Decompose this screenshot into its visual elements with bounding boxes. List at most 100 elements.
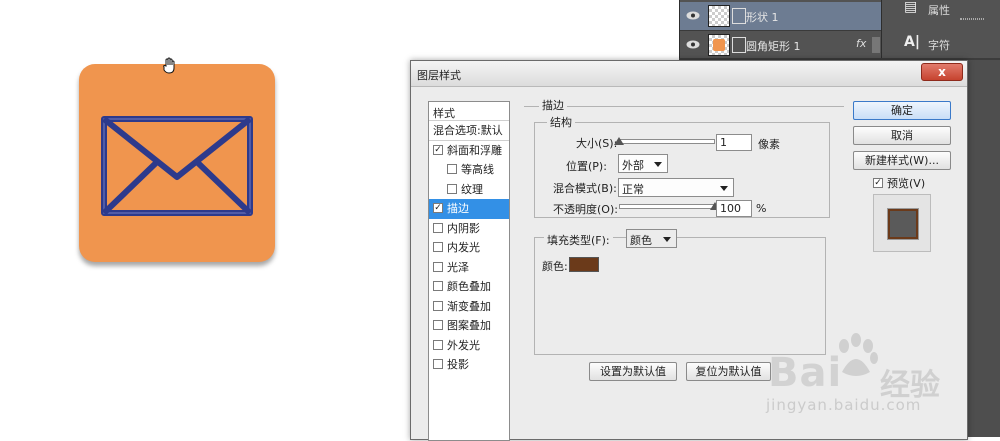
size-slider-thumb[interactable] (614, 137, 624, 145)
style-label: 渐变叠加 (447, 299, 491, 313)
checkbox[interactable] (433, 320, 443, 330)
checkbox[interactable] (433, 300, 443, 311)
style-texture[interactable]: 纹理 (429, 180, 509, 200)
chevron-down-icon (720, 186, 728, 191)
preview-checkbox[interactable]: ✓ (873, 178, 883, 188)
style-label: 图案叠加 (447, 319, 491, 332)
position-select[interactable]: 外部 (618, 154, 668, 173)
size-unit: 像素 (758, 138, 780, 151)
character-tab[interactable]: A| 字符 (882, 33, 1000, 57)
dialog-title: 图层样式 (417, 69, 461, 82)
style-inner-glow[interactable]: 内发光 (429, 238, 509, 258)
reset-default-button[interactable]: 复位为默认值 (686, 362, 771, 381)
style-contour[interactable]: 等高线 (429, 160, 509, 180)
styles-list: 样式 混合选项:默认 ✓ 斜面和浮雕 等高线 纹理 ✓ 描边 内阴影 内发光 光泽 … (428, 101, 510, 441)
opacity-slider[interactable] (619, 204, 715, 209)
position-value: 外部 (622, 159, 644, 172)
style-inner-shadow[interactable]: 内阴影 (429, 219, 509, 239)
style-outer-glow[interactable]: 外发光 (429, 336, 509, 356)
layer-name: 形状 1 (746, 11, 779, 24)
style-label: 描边 (447, 202, 469, 215)
checkbox[interactable] (433, 261, 443, 272)
checkbox[interactable] (433, 242, 443, 252)
checkbox[interactable] (433, 339, 443, 350)
color-label: 颜色: (542, 260, 568, 273)
panel-divider (960, 18, 984, 20)
preview-label: 预览(V) (887, 177, 926, 190)
watermark-url: jingyan.baidu.com (766, 396, 922, 414)
preview-option[interactable]: ✓ 预览(V) (873, 175, 925, 191)
checkbox[interactable] (447, 164, 457, 174)
opacity-label: 不透明度(O): (553, 203, 618, 216)
properties-label: 属性 (928, 4, 950, 17)
style-label: 投影 (447, 358, 469, 371)
opacity-unit: % (756, 202, 767, 215)
style-gradient-overlay[interactable]: 渐变叠加 (429, 297, 509, 317)
set-default-button[interactable]: 设置为默认值 (589, 362, 677, 381)
checkbox[interactable] (447, 183, 457, 194)
fill-type-label: 填充类型(F): (544, 232, 613, 248)
size-slider[interactable] (619, 139, 715, 144)
chevron-down-icon (654, 162, 662, 167)
style-label: 内发光 (447, 241, 480, 254)
opacity-input[interactable]: 100 (716, 200, 752, 217)
character-icon: A| (904, 34, 920, 50)
layer-row-shape-1[interactable]: 形状 1 (680, 2, 882, 31)
checkbox[interactable] (433, 359, 443, 369)
style-pattern-overlay[interactable]: 图案叠加 (429, 316, 509, 336)
properties-icon: ▤ (904, 0, 918, 15)
style-stroke[interactable]: ✓ 描边 (429, 199, 509, 219)
layer-name: 圆角矩形 1 (746, 40, 801, 53)
vector-mask-thumbnail (732, 37, 746, 53)
stroke-section-title: 描边 (539, 97, 567, 113)
ok-button[interactable]: 确定 (853, 101, 951, 120)
chevron-down-icon (663, 237, 671, 242)
preview-swatch (888, 209, 918, 239)
layer-row-rounded-rect-1[interactable]: 圆角矩形 1 fx (680, 31, 882, 60)
blend-mode-value: 正常 (622, 183, 644, 196)
checkbox[interactable] (433, 281, 443, 291)
cancel-button[interactable]: 取消 (853, 126, 951, 145)
color-swatch[interactable] (569, 257, 599, 272)
envelope-icon (101, 116, 253, 216)
style-label: 光泽 (447, 260, 469, 274)
fill-type-value: 颜色 (630, 234, 652, 247)
style-label: 纹理 (461, 182, 483, 196)
styles-header[interactable]: 样式 (429, 102, 509, 121)
character-label: 字符 (928, 39, 950, 52)
watermark: Bai 经验 jingyan.baidu.com (760, 330, 1000, 437)
layer-thumbnail (708, 34, 730, 56)
style-color-overlay[interactable]: 颜色叠加 (429, 277, 509, 297)
style-label: 颜色叠加 (447, 280, 491, 293)
checkbox[interactable]: ✓ (433, 144, 443, 155)
blend-mode-label: 混合模式(B): (553, 182, 617, 195)
hand-cursor-icon (163, 57, 175, 74)
checkbox[interactable] (433, 222, 443, 233)
eye-visibility-icon[interactable] (686, 40, 700, 49)
scroll-arrow-icon[interactable] (872, 37, 880, 53)
fill-type-select[interactable]: 颜色 (626, 229, 677, 248)
new-style-button[interactable]: 新建样式(W)... (853, 151, 951, 170)
watermark-brand: Bai (768, 350, 843, 396)
style-bevel-emboss[interactable]: ✓ 斜面和浮雕 (429, 141, 509, 161)
style-preview-thumbnail (873, 194, 931, 252)
style-drop-shadow[interactable]: 投影 (429, 355, 509, 375)
style-label: 等高线 (461, 163, 494, 176)
blend-mode-select[interactable]: 正常 (618, 178, 734, 197)
envelope-app-icon (79, 64, 275, 262)
style-label: 斜面和浮雕 (447, 143, 502, 157)
close-button[interactable]: x (921, 63, 963, 81)
style-label: 内阴影 (447, 221, 480, 235)
style-satin[interactable]: 光泽 (429, 258, 509, 278)
style-label: 外发光 (447, 338, 480, 352)
style-blending-options[interactable]: 混合选项:默认 (429, 121, 509, 141)
vector-mask-thumbnail (732, 8, 746, 24)
dialog-titlebar[interactable]: 图层样式 x (411, 61, 967, 87)
layer-thumbnail (708, 5, 730, 27)
position-label: 位置(P): (566, 160, 607, 173)
size-label: 大小(S): (576, 137, 618, 150)
size-input[interactable]: 1 (716, 134, 752, 151)
eye-visibility-icon[interactable] (686, 11, 700, 20)
checkbox[interactable]: ✓ (433, 203, 443, 213)
fx-badge[interactable]: fx (856, 37, 866, 50)
